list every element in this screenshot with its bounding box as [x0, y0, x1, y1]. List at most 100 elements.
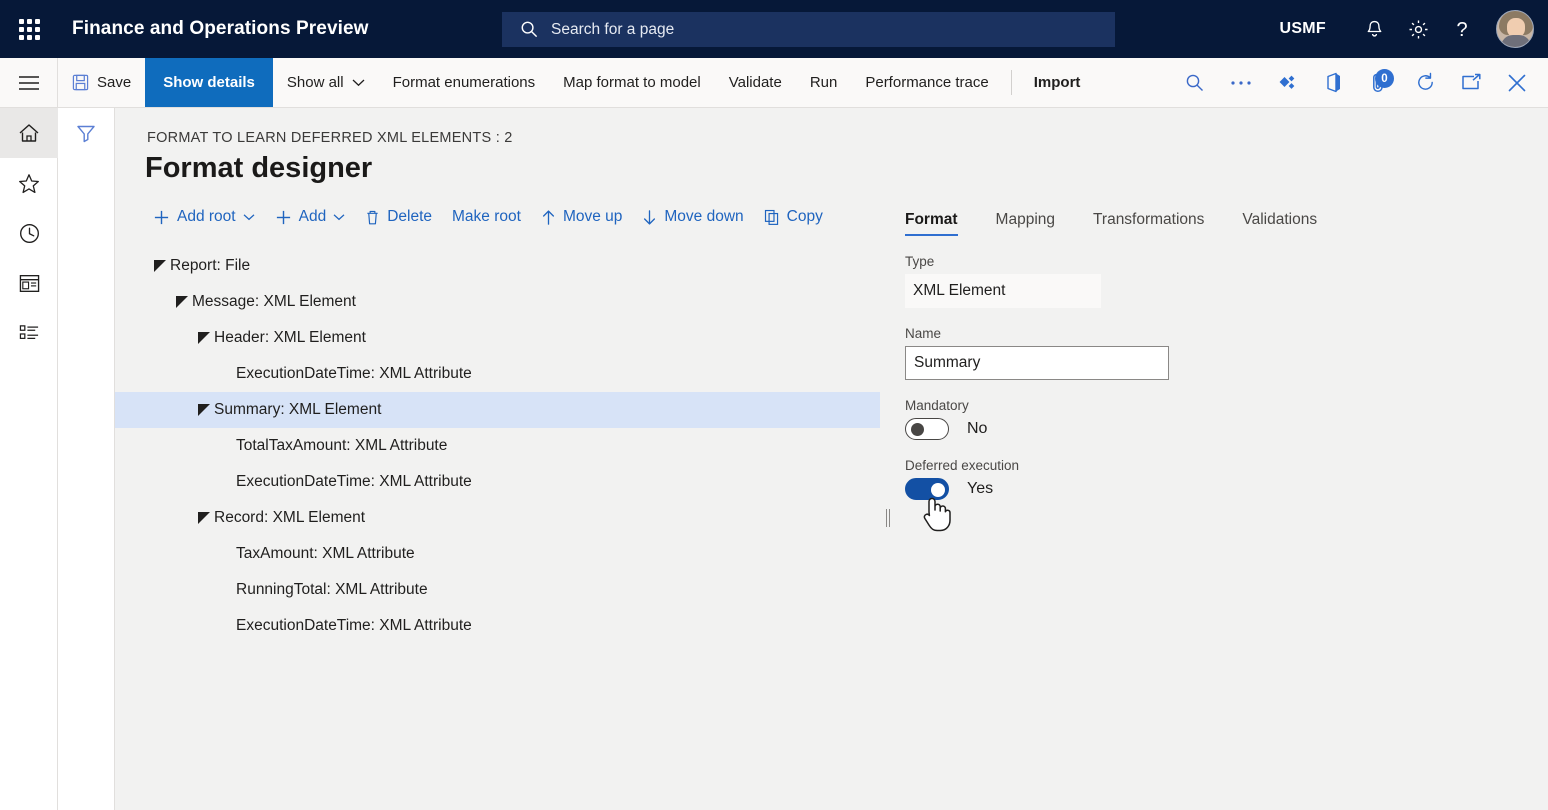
mandatory-toggle[interactable]: [905, 418, 949, 440]
search-icon[interactable]: [1172, 58, 1218, 107]
deferred-execution-toggle[interactable]: [905, 478, 949, 500]
tree-expand-triangle-icon[interactable]: [197, 512, 211, 524]
chevron-down-icon: [333, 213, 345, 221]
user-avatar[interactable]: [1496, 10, 1534, 48]
open-in-office-icon[interactable]: [1310, 58, 1356, 107]
tree-row[interactable]: ExecutionDateTime: XML Attribute: [115, 464, 880, 500]
tab-validations-label: Validations: [1242, 211, 1317, 228]
sidebar-item-workspaces[interactable]: [0, 258, 58, 308]
tree-row[interactable]: ExecutionDateTime: XML Attribute: [115, 608, 880, 644]
tree-row[interactable]: RunningTotal: XML Attribute: [115, 572, 880, 608]
tab-transformations[interactable]: Transformations: [1093, 211, 1204, 236]
tree-expand-triangle-icon[interactable]: [197, 332, 211, 344]
sidebar-item-home[interactable]: [0, 108, 58, 158]
add-root-label: Add root: [177, 208, 236, 226]
open-in-new-window-icon[interactable]: [1448, 58, 1494, 107]
show-all-dropdown[interactable]: Show all: [273, 58, 379, 107]
command-bar-divider: [1011, 70, 1012, 95]
plus-icon: [153, 209, 170, 226]
chevron-down-icon: [243, 213, 255, 221]
run-label: Run: [810, 74, 838, 91]
save-disk-icon: [72, 74, 89, 91]
tree-row[interactable]: Header: XML Element: [115, 320, 880, 356]
plus-icon: [275, 209, 292, 226]
search-icon: [520, 20, 539, 39]
arrow-up-icon: [541, 209, 556, 226]
sidebar-item-favorites[interactable]: [0, 158, 58, 208]
copy-icon: [764, 209, 780, 226]
map-format-to-model-button[interactable]: Map format to model: [549, 58, 715, 107]
deferred-execution-toggle-value: Yes: [967, 480, 993, 498]
sidebar-item-recent[interactable]: [0, 208, 58, 258]
tree-row[interactable]: ExecutionDateTime: XML Attribute: [115, 356, 880, 392]
performance-trace-button[interactable]: Performance trace: [851, 58, 1002, 107]
search-input[interactable]: Search for a page: [502, 12, 1115, 47]
tree-row-label: Header: XML Element: [214, 329, 366, 347]
share-to-teams-icon[interactable]: [1264, 58, 1310, 107]
move-up-button[interactable]: Move up: [531, 204, 632, 230]
avatar-body: [1501, 35, 1531, 48]
delete-button[interactable]: Delete: [355, 204, 442, 230]
tab-format[interactable]: Format: [905, 211, 958, 236]
tab-format-label: Format: [905, 211, 958, 228]
attachments-icon[interactable]: 0: [1356, 58, 1402, 107]
tab-validations[interactable]: Validations: [1242, 211, 1317, 236]
attachments-count-badge: 0: [1375, 69, 1394, 88]
triangle-glyph: [198, 512, 210, 524]
filter-funnel-icon[interactable]: [58, 108, 114, 158]
hamburger-menu-icon[interactable]: [0, 58, 58, 107]
run-button[interactable]: Run: [796, 58, 852, 107]
properties-tabs: Format Mapping Transformations Validatio…: [905, 200, 1505, 236]
tab-mapping-label: Mapping: [996, 211, 1055, 228]
page-title: Format designer: [145, 152, 372, 185]
add-root-button[interactable]: Add root: [143, 204, 265, 230]
company-selector[interactable]: USMF: [1279, 20, 1326, 38]
tree-row[interactable]: Message: XML Element: [115, 284, 880, 320]
deferred-execution-toggle-knob: [931, 483, 945, 497]
name-field-label: Name: [905, 326, 1505, 341]
tree-expand-triangle-icon[interactable]: [197, 404, 211, 416]
save-button[interactable]: Save: [58, 58, 145, 107]
help-icon[interactable]: ?: [1440, 0, 1484, 58]
close-icon[interactable]: [1494, 58, 1540, 107]
triangle-glyph: [154, 260, 166, 272]
copy-button[interactable]: Copy: [754, 204, 833, 230]
add-button[interactable]: Add: [265, 204, 356, 230]
format-enumerations-button[interactable]: Format enumerations: [379, 58, 550, 107]
performance-trace-label: Performance trace: [865, 74, 988, 91]
settings-gear-icon[interactable]: [1396, 0, 1440, 58]
type-field-value: XML Element: [905, 274, 1101, 308]
type-field-label: Type: [905, 254, 1505, 269]
tree-row[interactable]: Report: File: [115, 248, 880, 284]
tree-row[interactable]: Record: XML Element: [115, 500, 880, 536]
import-button[interactable]: Import: [1020, 58, 1095, 107]
tree-row-label: ExecutionDateTime: XML Attribute: [236, 365, 472, 383]
tree-row[interactable]: TaxAmount: XML Attribute: [115, 536, 880, 572]
app-launcher-dots: [19, 19, 40, 40]
tree-row[interactable]: TotalTaxAmount: XML Attribute: [115, 428, 880, 464]
move-down-button[interactable]: Move down: [632, 204, 753, 230]
tab-mapping[interactable]: Mapping: [996, 211, 1055, 236]
make-root-button[interactable]: Make root: [442, 204, 531, 230]
validate-button[interactable]: Validate: [715, 58, 796, 107]
mandatory-toggle-value: No: [967, 420, 987, 438]
tree-row-label: TotalTaxAmount: XML Attribute: [236, 437, 447, 455]
mandatory-toggle-row: No: [905, 418, 1505, 440]
mandatory-field-label: Mandatory: [905, 398, 1505, 413]
name-input[interactable]: Summary: [905, 346, 1169, 380]
filter-pane: [58, 108, 115, 810]
notifications-icon[interactable]: [1352, 0, 1396, 58]
app-launcher-icon[interactable]: [0, 0, 58, 58]
tree-expand-triangle-icon[interactable]: [153, 260, 167, 272]
tree-row[interactable]: Summary: XML Element: [115, 392, 880, 428]
overflow-ellipsis-icon[interactable]: [1218, 58, 1264, 107]
sidebar-item-modules[interactable]: [0, 308, 58, 358]
map-format-to-model-label: Map format to model: [563, 74, 701, 91]
tree-expand-triangle-icon[interactable]: [175, 296, 189, 308]
tree-row-label: Report: File: [170, 257, 250, 275]
add-label: Add: [299, 208, 327, 226]
deferred-execution-toggle-row: Yes: [905, 478, 1505, 500]
panel-splitter-handle[interactable]: [883, 508, 892, 528]
refresh-icon[interactable]: [1402, 58, 1448, 107]
show-details-button[interactable]: Show details: [145, 58, 273, 107]
